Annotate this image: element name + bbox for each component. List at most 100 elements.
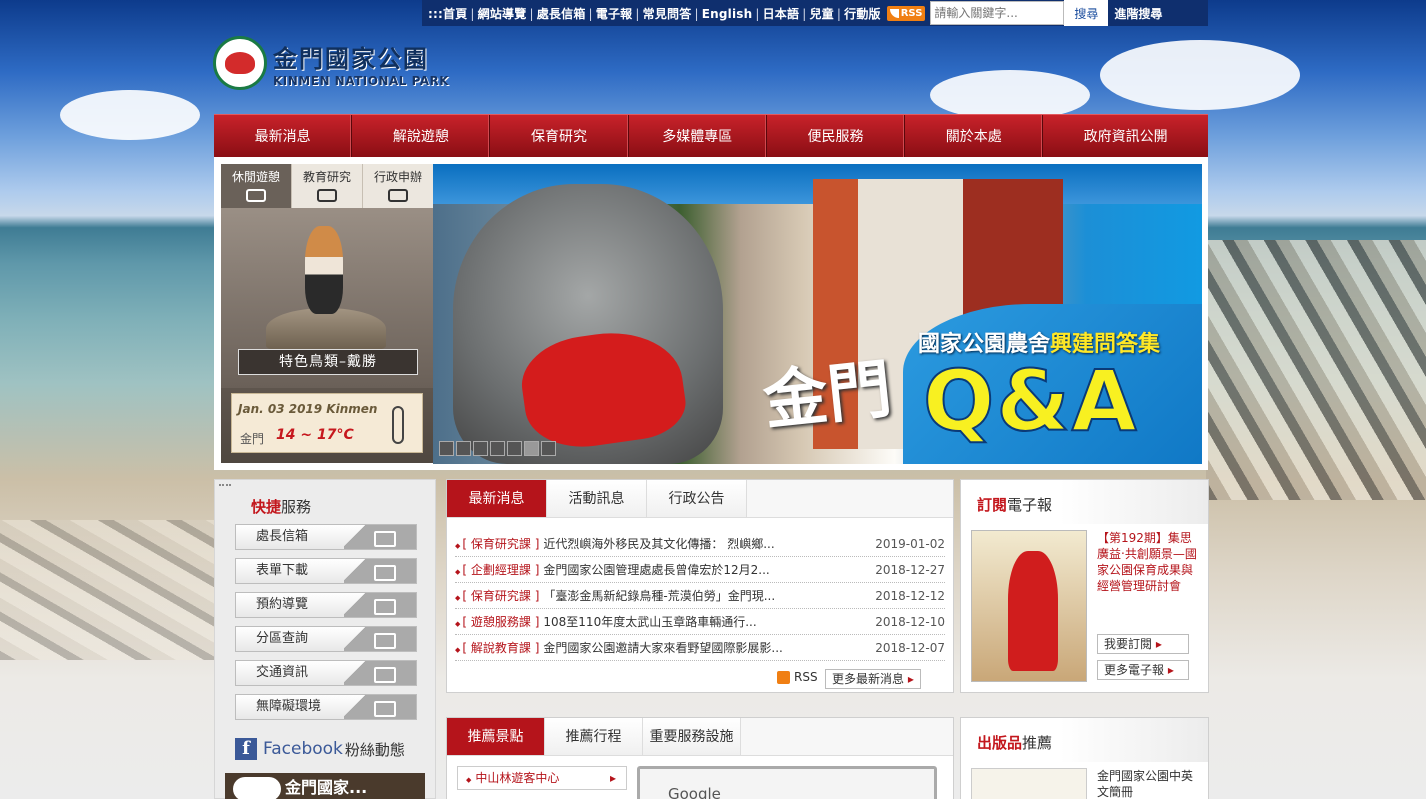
main-nav: 最新消息 解說遊憩 保育研究 多媒體專區 便民服務 關於本處 政府資訊公開 (214, 114, 1208, 157)
tab-recreation[interactable]: 休閒遊憩 (221, 164, 291, 208)
news-rss-link[interactable]: RSS (777, 670, 818, 684)
publication-item-link[interactable]: 金門國家公園中英文簡冊 (1097, 768, 1203, 799)
toplink-epaper[interactable]: 電子報 (596, 7, 633, 21)
news-title: 近代烈嶼海外移民及其文化傳播： 烈嶼鄉... (543, 537, 775, 551)
toplink-kids[interactable]: 兒童 (809, 7, 833, 21)
more-news-button[interactable]: 更多最新消息 (825, 669, 921, 689)
toplink-faq[interactable]: 常見問答 (643, 7, 692, 21)
news-row[interactable]: [ 保育研究課 ] 「臺澎金馬新紀錄鳥種-荒漠伯勞」金門現... 2018-12-1… (455, 583, 945, 609)
tab-education[interactable]: 教育研究 (291, 164, 362, 208)
top-utility-bar: :::首頁 | 網站導覽 | 處長信箱 | 電子報 | 常見問答 | English | 日本語 | 兒童 |… (422, 0, 1208, 26)
tab-events[interactable]: 活動訊息 (547, 480, 647, 517)
tab-admin[interactable]: 行政申辦 (362, 164, 433, 208)
toplink-mobile[interactable]: 行動版 (844, 7, 881, 21)
publication-cover-image[interactable] (971, 768, 1087, 799)
weather-temp: 14 ~ 17°C (276, 427, 354, 443)
search-input[interactable] (930, 1, 1065, 25)
tab-label: 教育研究 (302, 170, 351, 184)
rss-icon (777, 670, 790, 684)
top-links: :::首頁 | 網站導覽 | 處長信箱 | 電子報 | 常見問答 | English | 日本語 | 兒童 |… (428, 6, 881, 21)
quick-zoning[interactable]: 分區查詢 (235, 626, 417, 652)
quick-accessibility[interactable]: 無障礙環境 (235, 694, 417, 720)
slide-dot[interactable] (473, 441, 488, 456)
pencil-icon (388, 189, 408, 202)
hero-banner[interactable]: 國家公園農舍興建問答集 金門 Q&A (433, 164, 1202, 464)
toplink-english[interactable]: English (702, 7, 753, 21)
wheelchair-icon (344, 695, 416, 719)
nav-gov-info[interactable]: 政府資訊公開 (1043, 115, 1208, 157)
news-category: [ 保育研究課 ] (455, 535, 539, 552)
nav-news[interactable]: 最新消息 (214, 115, 353, 157)
epaper-cover-image[interactable] (971, 530, 1087, 682)
facebook-page-banner[interactable]: 金門國家... (225, 773, 425, 799)
quick-forms[interactable]: 表單下載 (235, 558, 417, 584)
advanced-search-link[interactable]: 進階搜尋 (1108, 5, 1168, 22)
toplink-japanese[interactable]: 日本語 (763, 7, 800, 21)
subscribe-button[interactable]: 我要訂閱 (1097, 634, 1189, 654)
more-epaper-button[interactable]: 更多電子報 (1097, 660, 1189, 680)
facebook-label: Facebook (263, 739, 343, 759)
news-date: 2018-12-12 (875, 588, 945, 603)
book-icon (317, 189, 337, 202)
weather-widget: Jan. 03 2019 Kinmen 金門 14 ~ 17°C (231, 393, 423, 453)
google-map[interactable]: Google (637, 766, 937, 799)
news-title: 108至110年度太武山玉章路車輛通行... (543, 615, 757, 629)
cloud-decoration (1100, 40, 1300, 110)
facebook-icon: f (235, 738, 257, 760)
tab-itineraries[interactable]: 推薦行程 (545, 718, 643, 755)
quick-traffic[interactable]: 交通資訊 (235, 660, 417, 686)
quick-title-b: 服務 (281, 498, 312, 516)
news-panel: 最新消息 活動訊息 行政公告 [ 保育研究課 ] 近代烈嶼海外移民及其文化傳播： … (446, 479, 954, 693)
tab-facilities[interactable]: 重要服務設施 (643, 718, 741, 755)
slide-dot[interactable] (456, 441, 471, 456)
news-date: 2019-01-02 (875, 536, 945, 551)
slide-dot[interactable] (439, 441, 454, 456)
slide-pager (439, 441, 556, 456)
slide-dot[interactable] (490, 441, 505, 456)
news-rss-label: RSS (794, 670, 818, 684)
quick-label: 無障礙環境 (256, 699, 322, 714)
envelope-icon (344, 525, 416, 549)
news-title: 金門國家公園管理處處長曾偉宏於12月2... (543, 563, 770, 577)
tab-label: 休閒遊憩 (231, 170, 280, 184)
news-category: [ 企劃經理課 ] (455, 561, 539, 578)
nav-interpretation[interactable]: 解說遊憩 (352, 115, 491, 157)
slide-dot[interactable] (541, 441, 556, 456)
cloud-decoration (60, 90, 200, 140)
nav-conservation[interactable]: 保育研究 (490, 115, 629, 157)
nav-services[interactable]: 便民服務 (767, 115, 906, 157)
publication-panel: 出版品推薦 金門國家公園中英文簡冊 (960, 717, 1209, 799)
toplink-mailbox[interactable]: 處長信箱 (537, 7, 586, 21)
rss-button[interactable]: RSS (886, 5, 926, 21)
featured-bird[interactable]: 特色鳥類–戴勝 (221, 208, 433, 388)
site-logo[interactable]: 金門國家公園 KINMEN NATIONAL PARK (213, 36, 449, 90)
toplink-sitemap[interactable]: 網站導覽 (478, 7, 527, 21)
epaper-issue-link[interactable]: 【第192期】集思廣益‧共創願景—國家公園保育成果與經營管理研討會 (1097, 530, 1203, 594)
news-row[interactable]: [ 遊憩服務課 ] 108至110年度太武山玉章路車輛通行... 2018-12-1… (455, 609, 945, 635)
tab-spots[interactable]: 推薦景點 (447, 718, 545, 755)
publication-title-b: 推薦 (1022, 734, 1053, 752)
quick-mailbox[interactable]: 處長信箱 (235, 524, 417, 550)
thermometer-icon (392, 406, 404, 444)
slide-dot[interactable] (524, 441, 539, 456)
slide-dot[interactable] (507, 441, 522, 456)
quick-booking[interactable]: 預約導覽 (235, 592, 417, 618)
news-row[interactable]: [ 保育研究課 ] 近代烈嶼海外移民及其文化傳播： 烈嶼鄉... 2019-01-0… (455, 531, 945, 557)
tab-announcements[interactable]: 行政公告 (647, 480, 747, 517)
news-row[interactable]: [ 解說教育課 ] 金門國家公園邀請大家來看野望國際影展影... 2018-12-0… (455, 635, 945, 661)
publication-title-a: 出版品 (977, 734, 1023, 752)
nav-about[interactable]: 關於本處 (905, 115, 1044, 157)
news-date: 2018-12-07 (875, 640, 945, 655)
news-title: 「臺澎金馬新紀錄鳥種-荒漠伯勞」金門現... (543, 589, 776, 603)
toplink-home[interactable]: :::首頁 (428, 7, 467, 21)
search-button[interactable]: 搜尋 (1064, 0, 1109, 26)
publication-title: 出版品推薦 (961, 718, 1208, 762)
news-row[interactable]: [ 企劃經理課 ] 金門國家公園管理處處長曾偉宏於12月2... 2018-12-2… (455, 557, 945, 583)
nav-multimedia[interactable]: 多媒體專區 (629, 115, 767, 157)
tab-latest-news[interactable]: 最新消息 (447, 480, 547, 517)
news-date: 2018-12-27 (875, 562, 945, 577)
feature-sidebar: 休閒遊憩 教育研究 行政申辦 特色鳥類–戴勝 Jan. 03 2019 Kinm… (221, 164, 433, 463)
facebook-link[interactable]: f Facebook 粉絲動態 (235, 738, 405, 760)
spot-link[interactable]: 中山林遊客中心 (457, 766, 627, 790)
epaper-title-a: 訂閱 (977, 496, 1008, 514)
